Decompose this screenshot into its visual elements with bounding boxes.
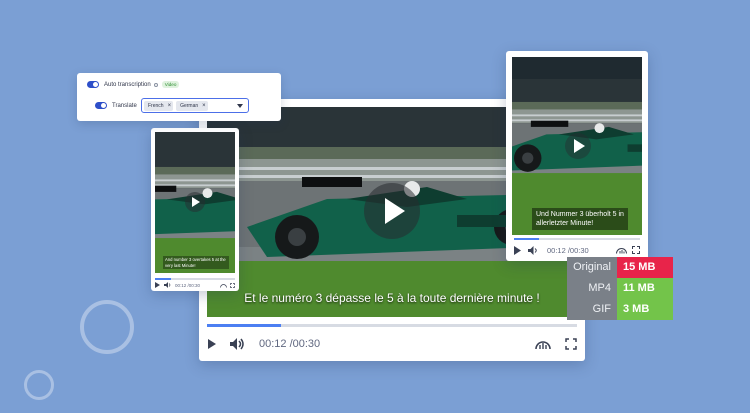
subtitle-french: Et le numéro 3 dépasse le 5 à la toute d… — [244, 291, 540, 305]
play-icon[interactable] — [207, 338, 217, 350]
size-row-original: Original 15 MB — [567, 257, 673, 278]
square-video-frame[interactable]: Und Nummer 3 überholt 5 in allerletzter … — [512, 57, 642, 235]
auto-transcription-row: Auto transcription Video — [87, 81, 180, 88]
volume-icon[interactable] — [528, 245, 539, 255]
vertical-video-player: And number 3 overtakes 5 at the very las… — [151, 128, 239, 291]
size-value: 15 MB — [617, 257, 673, 278]
translate-label: Translate — [112, 102, 137, 109]
auto-transcription-toggle[interactable] — [87, 81, 99, 88]
size-label: Original — [567, 257, 617, 278]
quality-icon[interactable] — [220, 283, 227, 288]
quality-icon[interactable] — [616, 246, 627, 254]
subtitle-german: Und Nummer 3 überholt 5 in allerletzter … — [532, 208, 628, 230]
play-icon[interactable] — [514, 245, 521, 255]
square-progress-bar[interactable] — [514, 238, 640, 240]
play-icon[interactable] — [364, 183, 420, 239]
fullscreen-icon[interactable] — [565, 338, 577, 350]
progress-fill — [514, 238, 540, 240]
file-size-table: Original 15 MB MP4 11 MB GIF 3 MB — [567, 257, 673, 320]
video-badge: Video — [161, 81, 180, 88]
remove-icon[interactable]: × — [202, 103, 206, 109]
translate-toggle[interactable] — [95, 102, 107, 109]
vertical-video-frame[interactable]: And number 3 overtakes 5 at the very las… — [155, 132, 235, 275]
square-video-player: Und Nummer 3 überholt 5 in allerletzter … — [506, 51, 648, 261]
vertical-progress-bar[interactable] — [155, 278, 235, 280]
chip-label: German — [180, 102, 199, 109]
language-select[interactable]: French × German × — [141, 98, 249, 113]
progress-fill — [155, 278, 171, 280]
size-value: 11 MB — [617, 278, 673, 299]
subtitle-english: And number 3 overtakes 5 at the very las… — [163, 256, 229, 269]
chevron-down-icon[interactable] — [237, 103, 243, 108]
fullscreen-icon[interactable] — [230, 282, 235, 288]
decorative-ring-large — [80, 300, 134, 354]
quality-icon[interactable] — [535, 338, 551, 350]
translate-row: Translate — [95, 102, 137, 109]
play-icon[interactable] — [155, 282, 160, 288]
time-display: 00:12 /00:30 — [175, 282, 201, 288]
time-display: 00:12 /00:30 — [259, 338, 321, 350]
time-display: 00:12 /00:30 — [547, 245, 589, 255]
language-chip-french: French × — [144, 100, 174, 111]
size-row-mp4: MP4 11 MB — [567, 278, 673, 299]
size-value: 3 MB — [617, 299, 673, 320]
play-icon[interactable] — [565, 133, 591, 159]
square-controls: 00:12 /00:30 — [514, 244, 640, 256]
decorative-ring-small — [24, 370, 54, 400]
remove-icon[interactable]: × — [168, 103, 172, 109]
main-controls: 00:12 /00:30 — [207, 335, 577, 353]
volume-icon[interactable] — [164, 282, 171, 288]
language-chip-german: German × — [176, 100, 208, 111]
size-row-gif: GIF 3 MB — [567, 299, 673, 320]
chip-label: French — [148, 102, 164, 109]
progress-fill — [207, 324, 281, 327]
info-icon[interactable] — [153, 82, 158, 87]
fullscreen-icon[interactable] — [632, 246, 640, 254]
auto-transcription-label: Auto transcription — [104, 81, 151, 88]
play-icon[interactable] — [185, 192, 205, 212]
main-progress-bar[interactable] — [207, 324, 577, 327]
size-label: MP4 — [567, 278, 617, 299]
volume-icon[interactable] — [229, 337, 245, 351]
transcription-settings-panel: Auto transcription Video Translate Frenc… — [77, 73, 281, 121]
size-label: GIF — [567, 299, 617, 320]
vertical-controls: 00:12 /00:30 — [155, 281, 235, 289]
